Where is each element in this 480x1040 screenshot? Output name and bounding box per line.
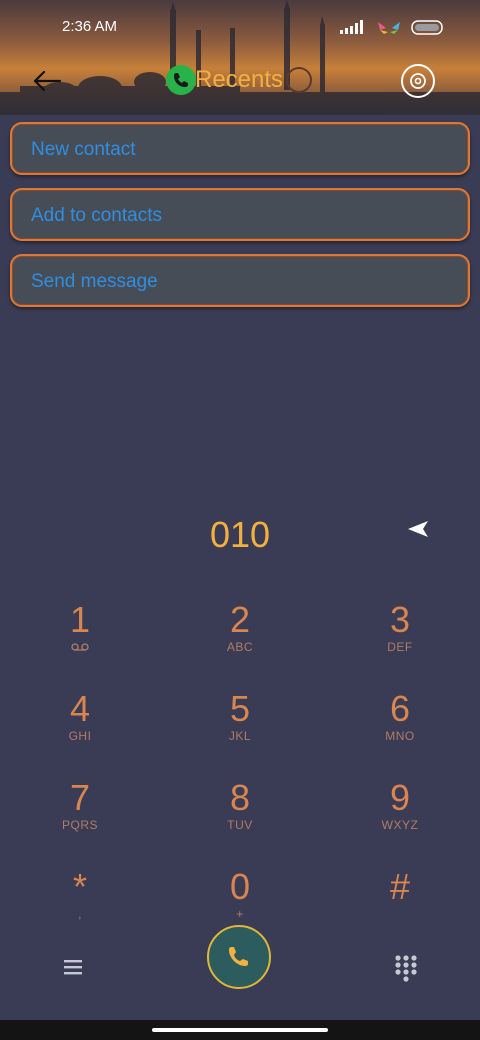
page-title-area: Recents: [162, 62, 322, 98]
back-button[interactable]: [26, 64, 66, 98]
key-5[interactable]: 5 JKL: [180, 689, 300, 769]
key-star[interactable]: * ,: [20, 867, 140, 947]
key-hash[interactable]: #: [340, 867, 460, 947]
key-digit: 0: [229, 866, 251, 907]
dialpad-icon: [395, 955, 417, 982]
voicemail-icon: [71, 643, 89, 651]
new-contact-label: New contact: [31, 139, 136, 160]
key-7[interactable]: 7 PQRS: [20, 778, 140, 858]
key-3[interactable]: 3 DEF: [340, 600, 460, 680]
key-8[interactable]: 8 TUV: [180, 778, 300, 858]
key-letters: JKL: [228, 729, 252, 743]
key-letters: WXYZ: [381, 818, 419, 832]
key-2[interactable]: 2 ABC: [180, 600, 300, 680]
key-digit: 4: [69, 688, 91, 729]
call-button[interactable]: [207, 925, 271, 989]
key-letters: +: [236, 907, 244, 921]
signal-icon: [340, 20, 363, 34]
key-digit: 9: [389, 777, 411, 818]
key-digit: *: [72, 866, 87, 907]
settings-button[interactable]: [401, 64, 435, 98]
key-9[interactable]: 9 WXYZ: [340, 778, 460, 858]
key-letters: ,: [78, 907, 82, 921]
gear-icon: [410, 73, 426, 89]
key-4[interactable]: 4 GHI: [20, 689, 140, 769]
status-time: 2:36 AM: [62, 18, 118, 35]
backspace-icon: [408, 521, 428, 537]
add-to-contacts-label: Add to contacts: [31, 205, 162, 226]
battery-icon: [411, 20, 443, 35]
key-letters: ABC: [226, 640, 254, 654]
key-letters: MNO: [385, 729, 415, 743]
status-bar: 2:36 AM: [0, 0, 480, 56]
key-letters: PQRS: [61, 818, 98, 832]
key-letters: DEF: [387, 640, 413, 654]
new-contact-button[interactable]: New contact: [10, 122, 470, 175]
key-digit: 5: [229, 688, 251, 729]
delete-button[interactable]: [406, 518, 432, 540]
menu-icon: [64, 960, 82, 975]
key-digit: 2: [229, 599, 251, 640]
phone-icon: [166, 65, 196, 95]
key-letters: TUV: [227, 818, 253, 832]
key-1[interactable]: 1: [20, 600, 140, 680]
clock-icon: [286, 67, 312, 93]
key-letters: GHI: [68, 729, 92, 743]
send-message-label: Send message: [31, 271, 158, 292]
send-message-button[interactable]: Send message: [10, 254, 470, 307]
page-title: Recents: [195, 66, 284, 93]
back-arrow-icon: [33, 70, 62, 92]
home-indicator[interactable]: [152, 1028, 328, 1032]
key-digit: #: [389, 866, 411, 907]
menu-button[interactable]: [60, 955, 86, 979]
key-6[interactable]: 6 MNO: [340, 689, 460, 769]
status-icons: [340, 20, 443, 35]
key-digit: 3: [389, 599, 411, 640]
dialpad-button[interactable]: [394, 954, 418, 982]
key-digit: 1: [69, 599, 91, 640]
key-digit: 7: [69, 777, 91, 818]
add-to-contacts-button[interactable]: Add to contacts: [10, 188, 470, 241]
phone-icon: [229, 947, 248, 966]
key-digit: 8: [229, 777, 251, 818]
wifi-wings-icon: [378, 22, 400, 34]
key-digit: 6: [389, 688, 411, 729]
navigation-bar: [0, 1020, 480, 1040]
